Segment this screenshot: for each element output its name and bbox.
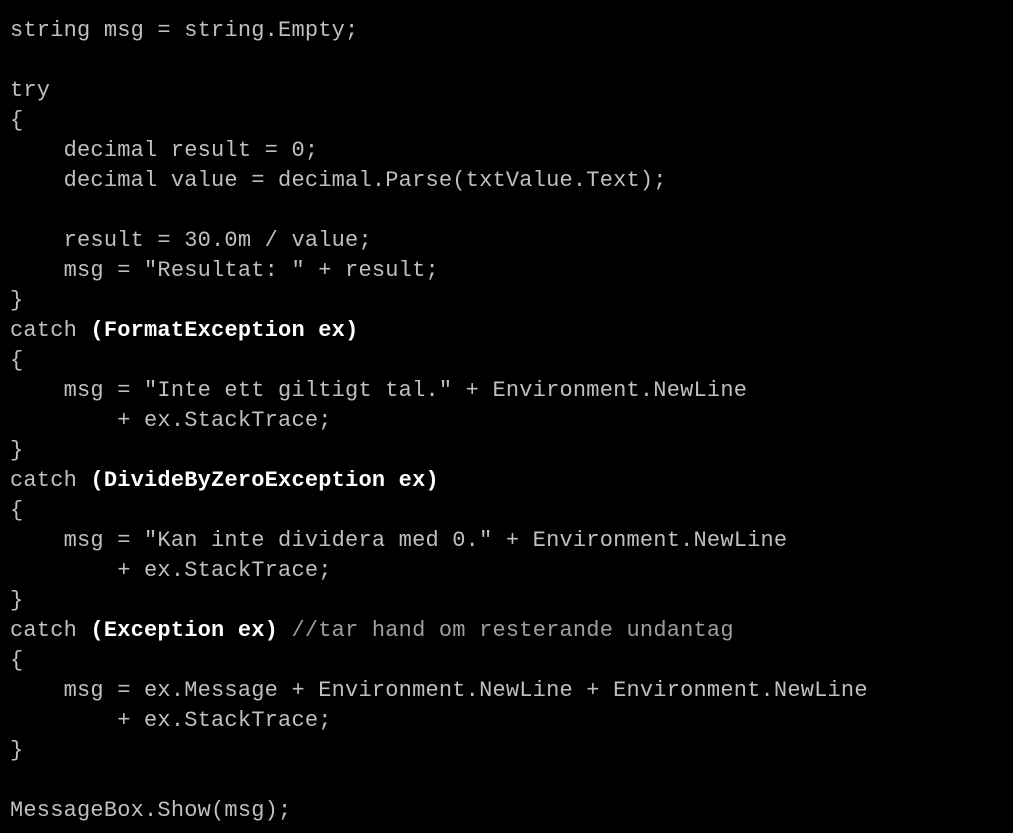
code-line: result = 30.0m / value; [10, 228, 372, 253]
code-line: msg = ex.Message + Environment.NewLine +… [10, 678, 868, 703]
code-line: } [10, 738, 23, 763]
code-line: { [10, 498, 23, 523]
catch-keyword: catch [10, 618, 90, 643]
exception-type: (DivideByZeroException ex) [90, 468, 438, 493]
code-line: } [10, 588, 23, 613]
code-line: MessageBox.Show(msg); [10, 798, 291, 823]
code-line: + ex.StackTrace; [10, 558, 332, 583]
code-line: msg = "Inte ett giltigt tal." + Environm… [10, 378, 747, 403]
code-line: } [10, 438, 23, 463]
code-line: { [10, 348, 23, 373]
code-line: string msg = string.Empty; [10, 18, 358, 43]
exception-type: (Exception ex) [90, 618, 278, 643]
catch-keyword: catch [10, 468, 90, 493]
code-line: { [10, 648, 23, 673]
exception-type: (FormatException ex) [90, 318, 358, 343]
code-block: string msg = string.Empty; try { decimal… [0, 0, 1013, 833]
code-line: try [10, 78, 50, 103]
code-line: msg = "Resultat: " + result; [10, 258, 439, 283]
code-line: msg = "Kan inte dividera med 0." + Envir… [10, 528, 787, 553]
code-line: { [10, 108, 23, 133]
catch-keyword: catch [10, 318, 90, 343]
code-line: + ex.StackTrace; [10, 408, 332, 433]
code-line: decimal value = decimal.Parse(txtValue.T… [10, 168, 667, 193]
code-line: decimal result = 0; [10, 138, 318, 163]
code-line: } [10, 288, 23, 313]
code-line: + ex.StackTrace; [10, 708, 332, 733]
comment: //tar hand om resterande undantag [278, 618, 734, 643]
